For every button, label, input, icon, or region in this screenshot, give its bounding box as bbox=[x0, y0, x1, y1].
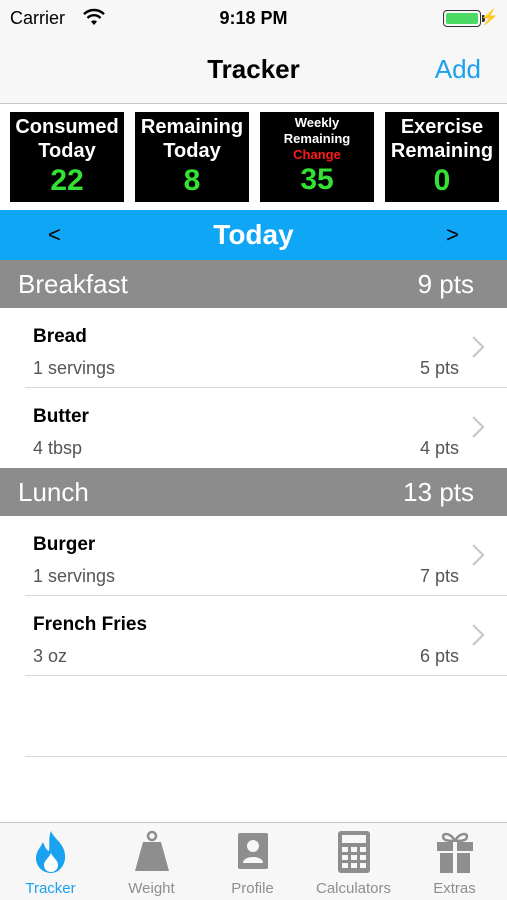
tab-label: Weight bbox=[128, 880, 175, 897]
stat-label: Remaining bbox=[390, 140, 494, 162]
chevron-right-icon bbox=[472, 416, 485, 438]
food-row[interactable]: Bread 1 servings 5 pts bbox=[0, 308, 507, 388]
food-serving: 4 tbsp bbox=[33, 438, 83, 458]
tab-label: Extras bbox=[433, 880, 476, 897]
weekly-remaining-box[interactable]: Weekly Remaining Change 35 bbox=[260, 112, 374, 202]
bolt-icon: ⚡ bbox=[480, 9, 499, 26]
tab-calculators[interactable]: Calculators bbox=[303, 823, 404, 900]
meal-header-lunch: Lunch 13 pts bbox=[0, 468, 507, 516]
flame-icon bbox=[36, 831, 66, 873]
tab-extras[interactable]: Extras bbox=[404, 823, 505, 900]
food-name: Burger bbox=[33, 534, 96, 555]
status-bar: Carrier 9:18 PM ⚡ bbox=[0, 0, 507, 36]
stat-value: 22 bbox=[50, 164, 84, 197]
next-day-button[interactable]: > bbox=[446, 222, 459, 248]
clock: 9:18 PM bbox=[219, 8, 288, 28]
food-row[interactable]: French Fries 3 oz 6 pts bbox=[0, 596, 507, 676]
chevron-right-icon bbox=[472, 544, 485, 566]
exercise-remaining-box: Exercise Remaining 0 bbox=[385, 112, 499, 202]
profile-icon bbox=[238, 833, 268, 869]
food-points: 7 pts bbox=[419, 566, 459, 586]
stat-value: 0 bbox=[433, 164, 451, 197]
meal-points: 9 pts bbox=[417, 269, 474, 299]
calculator-icon bbox=[338, 831, 370, 873]
chevron-right-icon bbox=[472, 336, 485, 358]
tab-profile[interactable]: Profile bbox=[202, 823, 303, 900]
tab-label: Calculators bbox=[315, 880, 392, 897]
stat-label: Today bbox=[163, 140, 221, 162]
tab-label: Tracker bbox=[25, 880, 76, 897]
tab-label: Profile bbox=[231, 880, 274, 897]
meal-name: Breakfast bbox=[18, 269, 128, 299]
food-points: 4 pts bbox=[419, 438, 459, 458]
food-row[interactable]: Butter 4 tbsp 4 pts bbox=[0, 388, 507, 468]
row-divider bbox=[25, 756, 507, 757]
weight-icon bbox=[135, 830, 169, 871]
food-serving: 1 servings bbox=[33, 358, 116, 378]
tab-tracker[interactable]: Tracker bbox=[0, 823, 101, 900]
day-navigator: < Today > bbox=[0, 210, 507, 260]
day-label: Today bbox=[213, 219, 294, 250]
food-points: 5 pts bbox=[419, 358, 459, 378]
chevron-right-icon bbox=[472, 624, 485, 646]
page-title: Tracker bbox=[207, 54, 300, 84]
stat-label: Consumed bbox=[15, 116, 119, 138]
stat-label: Exercise bbox=[400, 116, 484, 138]
stats-panel: Consumed Today 22 Remaining Today 8 Week… bbox=[10, 112, 500, 202]
navigation-bar: Tracker Add bbox=[0, 36, 507, 104]
change-link[interactable]: Change bbox=[260, 147, 374, 163]
battery-icon bbox=[443, 10, 481, 27]
stat-label: Remaining bbox=[283, 131, 351, 146]
remaining-today-box: Remaining Today 8 bbox=[135, 112, 249, 202]
gift-icon bbox=[437, 832, 473, 873]
meal-name: Lunch bbox=[18, 477, 89, 507]
food-name: French Fries bbox=[33, 614, 148, 635]
row-divider bbox=[25, 675, 507, 676]
tab-weight[interactable]: Weight bbox=[101, 823, 202, 900]
stat-label: Remaining bbox=[140, 116, 244, 138]
add-button[interactable]: Add bbox=[435, 54, 481, 85]
food-name: Bread bbox=[33, 326, 87, 347]
stat-label: Today bbox=[38, 140, 96, 162]
food-serving: 3 oz bbox=[33, 646, 68, 666]
meal-points: 13 pts bbox=[403, 477, 474, 507]
food-points: 6 pts bbox=[419, 646, 459, 666]
food-name: Butter bbox=[33, 406, 89, 427]
tab-bar: Tracker Weight Profile Calculators Extra… bbox=[0, 822, 507, 900]
food-row[interactable]: Burger 1 servings 7 pts bbox=[0, 516, 507, 596]
stat-value: 8 bbox=[183, 164, 201, 197]
consumed-today-box: Consumed Today 22 bbox=[10, 112, 124, 202]
stat-label: Weekly bbox=[294, 115, 340, 130]
meal-header-breakfast: Breakfast 9 pts bbox=[0, 260, 507, 308]
stat-value: 35 bbox=[300, 163, 334, 196]
food-serving: 1 servings bbox=[33, 566, 116, 586]
